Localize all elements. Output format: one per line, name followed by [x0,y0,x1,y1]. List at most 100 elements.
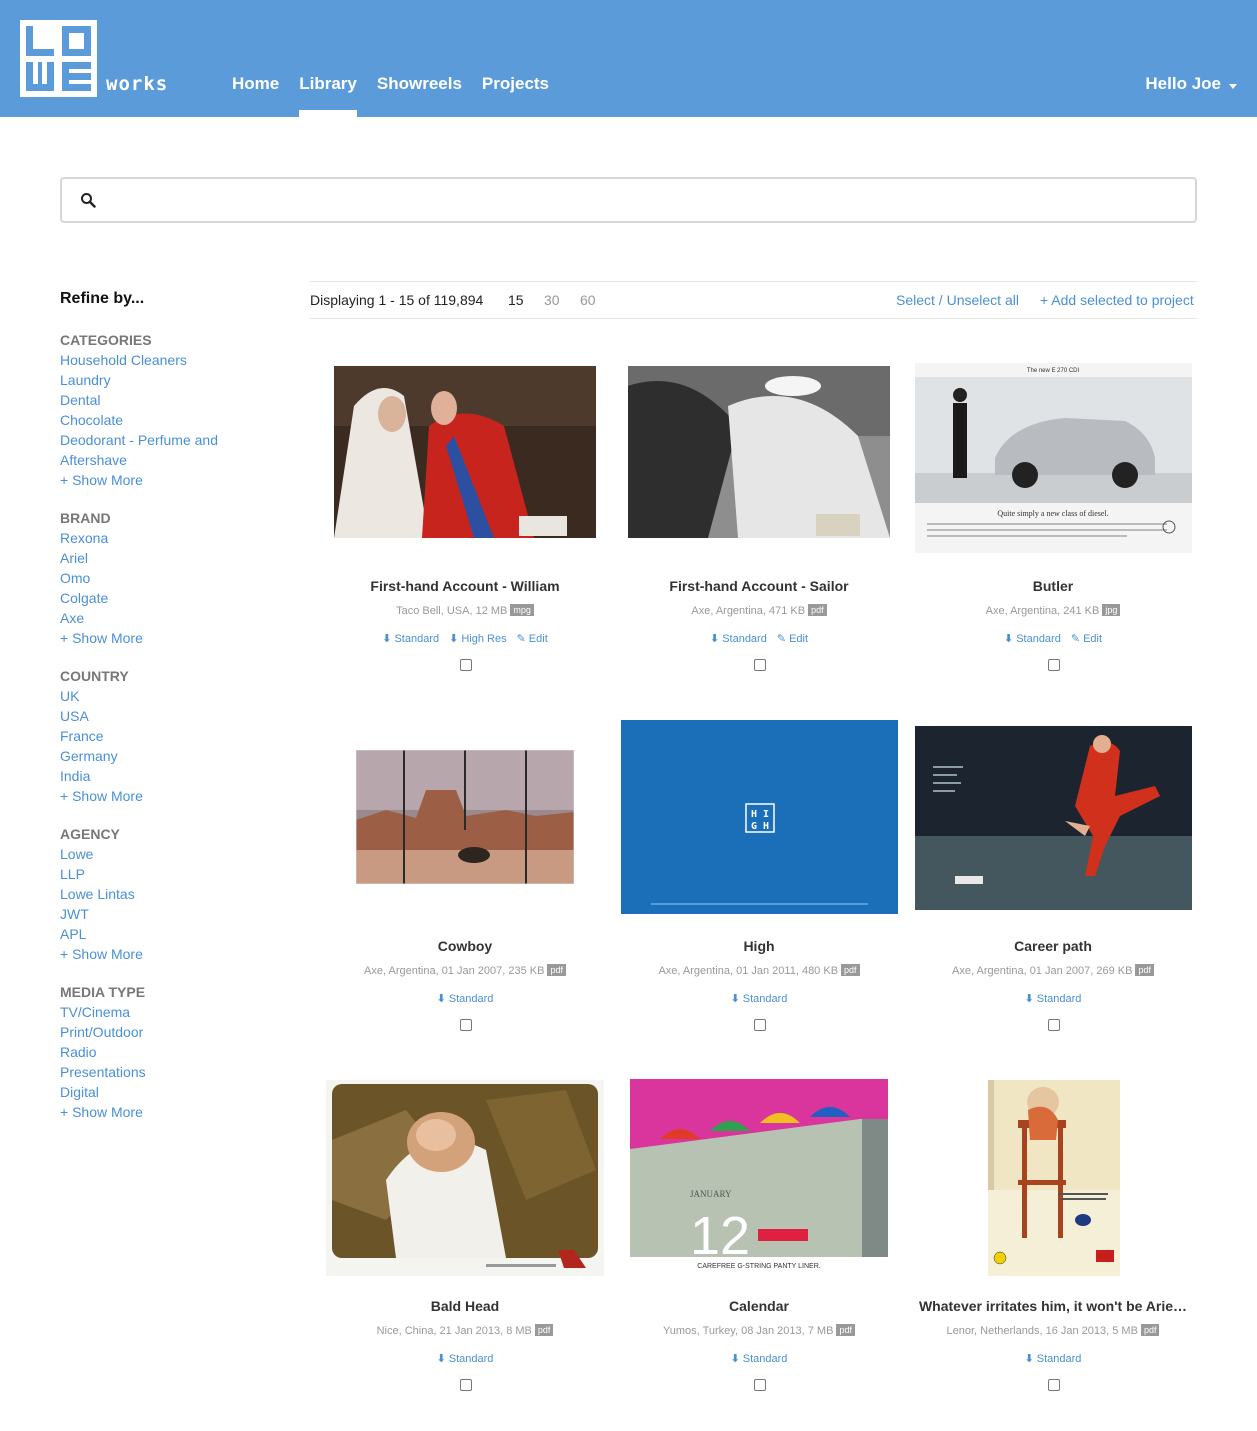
facet-item[interactable]: Rexona [60,528,235,548]
nav-home[interactable]: Home [232,72,279,96]
download-standard-link[interactable]: ⬇ Standard [710,633,767,645]
select-checkbox[interactable] [754,1019,766,1031]
select-unselect-all-link[interactable]: Select / Unselect all [896,291,1019,309]
download-standard-link[interactable]: ⬇ Standard [1025,993,1082,1005]
facet-item[interactable]: Lowe [60,844,235,864]
result-title[interactable]: Calendar [612,1297,906,1315]
select-checkbox[interactable] [1048,1379,1060,1391]
facet-item[interactable]: France [60,726,235,746]
facet-item[interactable]: APL [60,924,235,944]
result-title[interactable]: Career path [906,937,1200,955]
select-checkbox[interactable] [460,1379,472,1391]
edit-link[interactable]: ✎ Edit [777,633,808,645]
facet-item[interactable]: LLP [60,864,235,884]
facet-item[interactable]: Lowe Lintas [60,884,235,904]
facet-item[interactable]: Radio [60,1042,235,1062]
download-standard-link[interactable]: ⬇ Standard [437,993,494,1005]
download-links: ⬇ Standard ✎ Edit [612,632,906,646]
show-more-link[interactable]: + Show More [60,786,235,806]
download-icon: ⬇ [382,633,392,645]
facet-item[interactable]: TV/Cinema [60,1002,235,1022]
download-standard-link[interactable]: ⬇ Standard [382,633,439,645]
facet-item[interactable]: Print/Outdoor [60,1022,235,1042]
result-title[interactable]: Whatever irritates him, it won't be Arie… [906,1297,1200,1315]
facet-item[interactable]: Deodorant - Perfume and Aftershave [60,430,235,470]
download-standard-link[interactable]: ⬇ Standard [1004,633,1061,645]
lowe-logo[interactable] [20,20,97,97]
result-title[interactable]: Cowboy [318,937,612,955]
facet-item[interactable]: Laundry [60,370,235,390]
download-standard-link[interactable]: ⬇ Standard [437,1353,494,1365]
calendar-month: JANUARY [690,1189,732,1199]
select-checkbox[interactable] [754,1379,766,1391]
per-page-30[interactable]: 30 [544,291,560,309]
thumbnail[interactable] [318,720,612,925]
add-to-project-link[interactable]: + Add selected to project [1040,291,1194,309]
format-badge: pdf [1140,1324,1160,1336]
show-more-link[interactable]: + Show More [60,944,235,964]
download-links: ⬇ Standard [318,992,612,1006]
result-title[interactable]: Butler [906,577,1200,595]
select-checkbox[interactable] [754,659,766,671]
download-standard-link[interactable]: ⬇ Standard [731,993,788,1005]
facet-item[interactable]: Colgate [60,588,235,608]
thumbnail[interactable]: The new E 270 CDI Quite simply a new cla… [906,360,1200,565]
download-high-res-link[interactable]: ⬇ High Res [449,633,506,645]
search-input[interactable] [110,185,1184,217]
facet-item[interactable]: Axe [60,608,235,628]
show-more-link[interactable]: + Show More [60,1102,235,1122]
facet-item[interactable]: UK [60,686,235,706]
thumbnail[interactable] [318,360,612,565]
per-page-15[interactable]: 15 [508,291,524,309]
result-meta-text: Axe, Argentina, 01 Jan 2007, 235 KB [364,965,545,977]
facet-item[interactable]: JWT [60,904,235,924]
select-checkbox[interactable] [460,1019,472,1031]
thumbnail[interactable] [318,1080,612,1285]
download-icon: ⬇ [1003,633,1014,645]
facet-item[interactable]: Digital [60,1082,235,1102]
show-more-link[interactable]: + Show More [60,628,235,648]
result-title[interactable]: First-hand Account - Sailor [612,577,906,595]
thumbnail[interactable] [612,360,906,565]
facet-item[interactable]: Dental [60,390,235,410]
download-standard-link[interactable]: ⬇ Standard [731,1353,788,1365]
result-title[interactable]: Bald Head [318,1297,612,1315]
download-standard-link[interactable]: ⬇ Standard [1025,1353,1082,1365]
facet-item[interactable]: Household Cleaners [60,350,235,370]
facet-item[interactable]: Omo [60,568,235,588]
facet-item[interactable]: Germany [60,746,235,766]
facet-agency: AGENCY Lowe LLP Lowe Lintas JWT APL + Sh… [60,824,260,964]
facet-item[interactable]: Presentations [60,1062,235,1082]
facet-item[interactable]: Chocolate [60,410,235,430]
nav-showreels[interactable]: Showreels [377,72,462,96]
result-meta: Axe, Argentina, 01 Jan 2007, 235 KB pdf [318,964,612,978]
high-logo-h1: H [751,809,757,820]
format-badge: pdf [534,1324,554,1336]
facet-heading: BRAND [60,510,111,526]
edit-link[interactable]: ✎ Edit [1071,633,1102,645]
link-label: Standard [1036,1353,1082,1365]
edit-link[interactable]: ✎ Edit [517,633,548,645]
thumbnail[interactable]: JANUARY 12 CAREFREE G-STRING PANTY LINER… [612,1079,906,1285]
facet-item[interactable]: Ariel [60,548,235,568]
facet-item[interactable]: USA [60,706,235,726]
high-logo-g: G [751,821,757,832]
link-label: Edit [528,633,548,645]
thumbnail[interactable]: H I G H [612,720,906,925]
thumbnail[interactable] [906,1080,1200,1285]
result-title[interactable]: First-hand Account - William [318,577,612,595]
nav-projects[interactable]: Projects [482,72,549,96]
thumbnail[interactable] [906,720,1200,925]
facet-categories: CATEGORIES Household Cleaners Laundry De… [60,330,260,490]
facet-item[interactable]: India [60,766,235,786]
user-menu[interactable]: Hello Joe [1145,72,1237,96]
select-checkbox[interactable] [1048,659,1060,671]
show-more-link[interactable]: + Show More [60,470,235,490]
per-page-60[interactable]: 60 [580,291,596,309]
download-icon: ⬇ [730,993,740,1005]
nav-library[interactable]: Library [299,72,357,117]
result-title[interactable]: High [612,937,906,955]
select-checkbox[interactable] [1048,1019,1060,1031]
select-checkbox[interactable] [460,659,472,671]
result-meta-text: Taco Bell, USA, 12 MB [396,605,508,617]
